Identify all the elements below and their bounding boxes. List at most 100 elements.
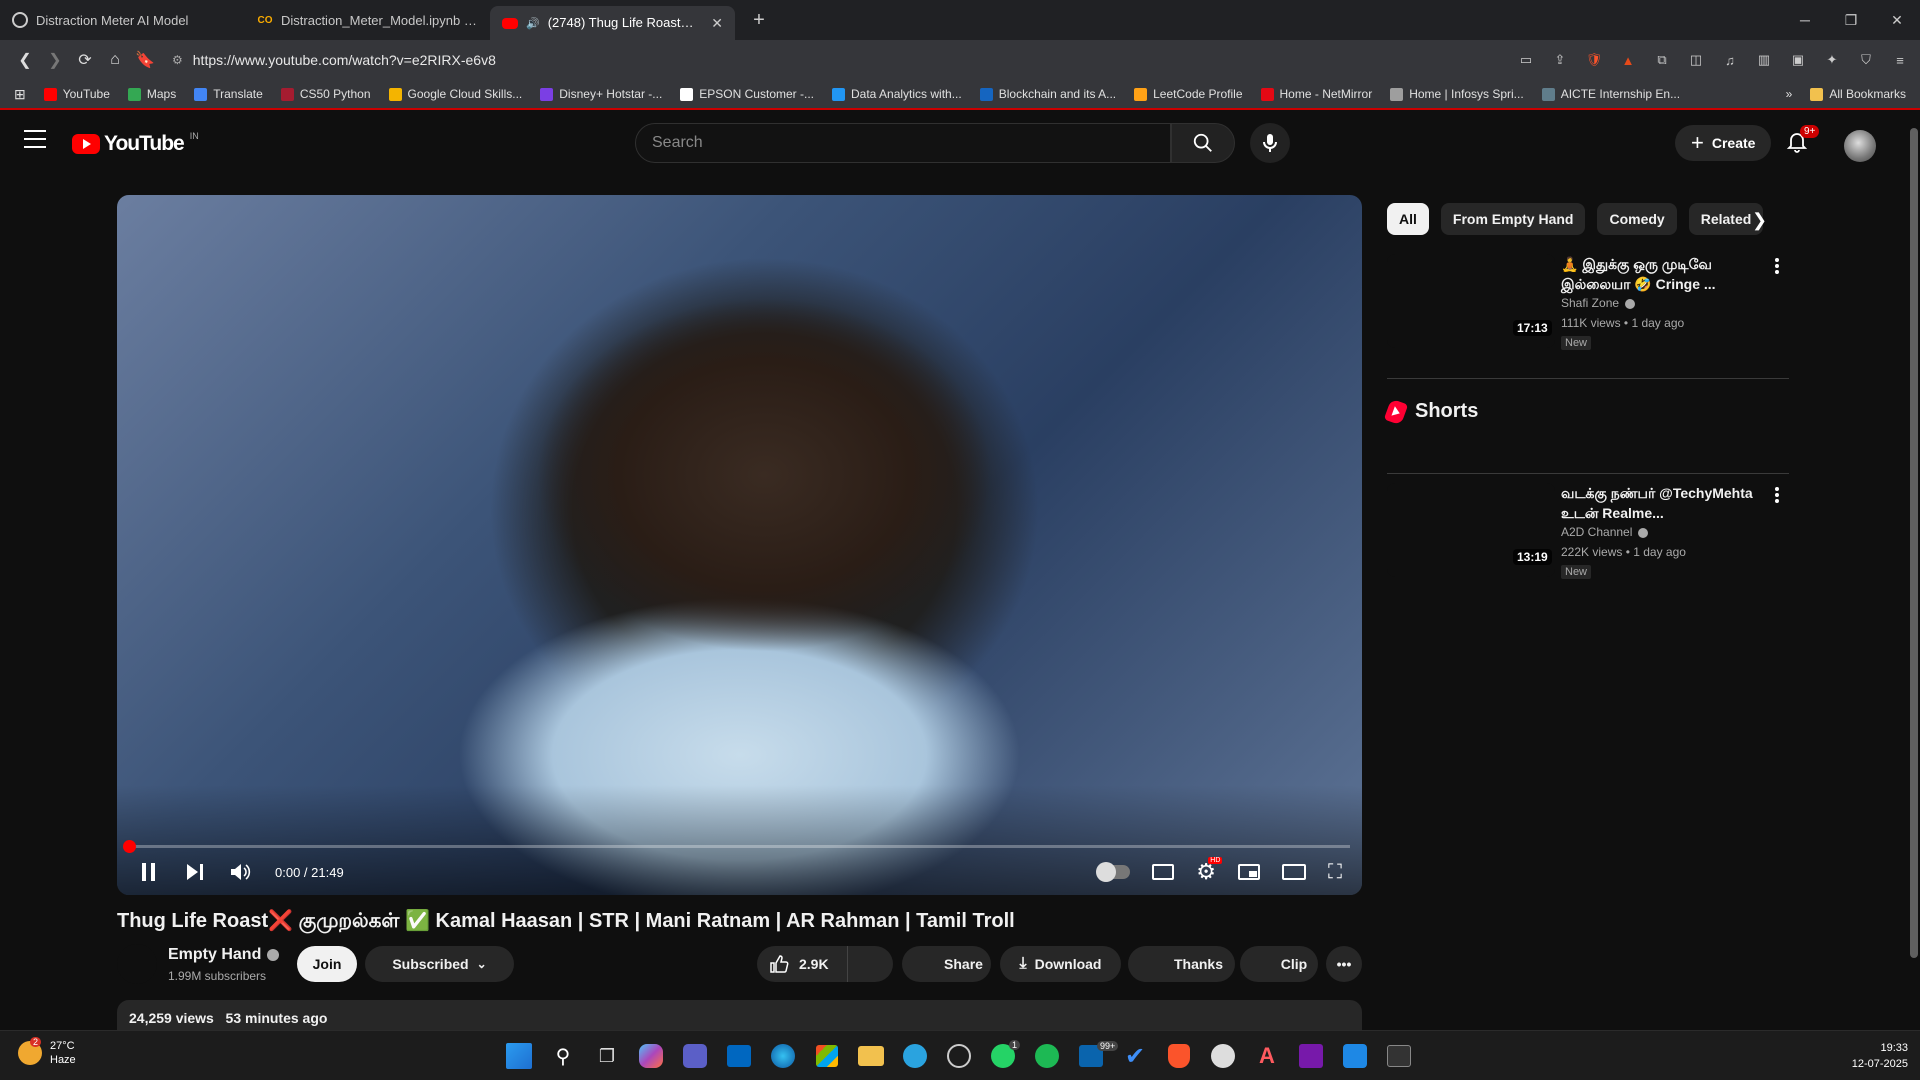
bookmark-item[interactable]: Disney+ Hotstar -... — [540, 87, 662, 101]
miniplayer-icon[interactable] — [1238, 864, 1260, 880]
settings-icon[interactable]: ⚙ HD — [1196, 857, 1223, 885]
ms-store-bag-icon[interactable] — [816, 1045, 838, 1067]
search-button[interactable] — [1171, 123, 1235, 163]
hamburger-menu-icon[interactable] — [24, 130, 46, 148]
close-window-icon[interactable]: ✕ — [1874, 0, 1920, 40]
brave-rewards-icon[interactable]: ▲ — [1618, 50, 1638, 70]
brave-shields-icon[interactable]: 🛡 — [1584, 50, 1604, 70]
chip-from-empty-hand[interactable]: From Empty Hand — [1440, 203, 1586, 235]
clock-app-icon[interactable] — [1211, 1044, 1235, 1068]
channel-avatar[interactable] — [117, 944, 157, 984]
bookmark-item[interactable]: EPSON Customer -... — [680, 87, 814, 101]
create-button[interactable]: + Create — [1675, 125, 1772, 161]
page-scrollbar[interactable] — [1908, 112, 1920, 1030]
bookmark-item[interactable]: Blockchain and its A... — [979, 87, 1116, 101]
ms-store-icon[interactable] — [727, 1045, 751, 1067]
subscribed-button[interactable]: Subscribed ⌄ — [365, 946, 514, 982]
scrollbar-thumb[interactable] — [1910, 128, 1918, 958]
tab-colab[interactable]: CO Distraction_Meter_Model.ipynb - Col — [245, 0, 490, 40]
bookmark-item[interactable]: Home | Infosys Spri... — [1390, 87, 1524, 101]
subtitles-icon[interactable] — [1152, 864, 1175, 880]
vpn-icon[interactable]: ⛉ — [1856, 50, 1876, 70]
search-input[interactable] — [652, 134, 1154, 152]
progress-bar[interactable] — [123, 840, 1350, 853]
description-box[interactable]: 24,259 views 53 minutes ago — [117, 1000, 1362, 1030]
todo-icon[interactable]: ✔ — [1119, 1040, 1151, 1072]
voice-search-button[interactable] — [1250, 123, 1290, 163]
close-tab-icon[interactable]: ✕ — [711, 15, 723, 32]
bookmark-item[interactable]: Home - NetMirror — [1260, 87, 1372, 101]
new-tab-button[interactable]: + — [745, 9, 773, 32]
brave-icon[interactable] — [1168, 1044, 1190, 1068]
share-icon[interactable]: ⇪ — [1550, 50, 1570, 70]
screenshot-icon[interactable]: ◫ — [1686, 50, 1706, 70]
like-button[interactable]: 2.9K — [769, 954, 829, 974]
bookmark-item[interactable]: Maps — [127, 87, 176, 101]
scrubber-handle[interactable] — [123, 840, 136, 853]
media-player-icon[interactable] — [947, 1044, 971, 1068]
apps-grid-icon[interactable]: ⊞ — [14, 86, 26, 103]
leo-ai-icon[interactable]: ✦ — [1822, 50, 1842, 70]
download-button[interactable]: ⤓ Download — [1000, 946, 1121, 982]
outlook-icon[interactable]: 99+ — [1079, 1041, 1119, 1067]
cast-icon[interactable]: ▭ — [1516, 50, 1536, 70]
recommendation-channel[interactable]: A2D Channel — [1561, 525, 1649, 539]
bookmark-item[interactable]: Google Cloud Skills... — [388, 87, 522, 101]
back-icon[interactable]: ❮ — [10, 45, 40, 75]
thanks-button[interactable]: Thanks — [1128, 946, 1235, 982]
weather-widget[interactable]: 2 27°C Haze — [18, 1037, 76, 1067]
search-icon[interactable]: ⚲ — [547, 1040, 579, 1072]
notifications-button[interactable]: 9+ — [1785, 125, 1820, 157]
teams-icon[interactable] — [683, 1044, 707, 1068]
dislike-button[interactable] — [847, 946, 893, 982]
forward-icon[interactable]: ❯ — [40, 45, 70, 75]
more-bookmarks-icon[interactable]: » — [1786, 87, 1793, 101]
telegram-icon[interactable] — [903, 1044, 927, 1068]
tab-youtube[interactable]: 🔊 (2748) Thug Life Roast❌ குறு ✕ — [490, 6, 735, 40]
channel-name[interactable]: Empty Hand — [168, 946, 261, 963]
extensions-icon[interactable]: ⧉ — [1652, 50, 1672, 70]
edge-icon[interactable] — [771, 1044, 795, 1068]
audio-playing-icon[interactable]: 🔊 — [526, 17, 540, 30]
share-button[interactable]: Share — [902, 946, 991, 982]
pause-button[interactable] — [137, 860, 161, 884]
more-vertical-icon[interactable] — [1775, 487, 1779, 503]
windows-start-icon[interactable] — [506, 1043, 532, 1069]
all-bookmarks-folder[interactable]: All Bookmarks — [1810, 87, 1906, 101]
join-button[interactable]: Join — [297, 946, 357, 982]
arc-icon[interactable]: A — [1251, 1040, 1283, 1072]
file-explorer-icon[interactable] — [858, 1046, 884, 1066]
bookmark-item[interactable]: CS50 Python — [280, 87, 371, 101]
bookmark-item[interactable]: YouTube — [43, 87, 110, 101]
recommendation-title[interactable]: வடக்கு நண்பர் @TechyMehta உடன் Realme... — [1561, 483, 1771, 523]
fullscreen-icon[interactable]: ⛶ — [1328, 861, 1342, 884]
account-avatar[interactable] — [1844, 130, 1876, 162]
autoplay-toggle[interactable] — [1096, 862, 1131, 882]
media-icon[interactable]: ♫ — [1720, 50, 1740, 70]
bookmark-item[interactable]: LeetCode Profile — [1134, 87, 1243, 101]
clip-button[interactable]: Clip — [1240, 946, 1318, 982]
url-field[interactable]: ⚙ https://www.youtube.com/watch?v=e2RIRX… — [172, 52, 1516, 68]
theater-mode-icon[interactable] — [1282, 864, 1306, 880]
recommendation-title[interactable]: 🧘 இதுக்கு ஒரு முடிவே இல்லையா 🤣 Cringe ..… — [1561, 254, 1771, 294]
home-icon[interactable]: ⌂ — [100, 45, 130, 75]
next-button[interactable] — [183, 860, 207, 884]
more-actions-button[interactable]: ••• — [1326, 946, 1362, 982]
spotify-icon[interactable] — [1035, 1044, 1059, 1068]
reload-icon[interactable]: ⟳ — [70, 45, 100, 75]
minimize-icon[interactable]: ─ — [1782, 0, 1828, 40]
video-player[interactable]: 0:00 / 21:49 ⚙ HD ⛶ — [117, 195, 1362, 895]
system-clock[interactable]: 19:33 12-07-2025 — [1838, 1040, 1908, 1072]
sidebar-icon[interactable]: ▥ — [1754, 50, 1774, 70]
recommendation-item[interactable]: 13:19 வடக்கு நண்பர் @TechyMehta உடன் Rea… — [1387, 483, 1787, 583]
tab-distraction-meter[interactable]: Distraction Meter AI Model — [0, 0, 245, 40]
bookmark-icon[interactable]: 🔖 — [130, 45, 160, 75]
chip-all[interactable]: All — [1387, 203, 1429, 235]
task-view-icon[interactable]: ❐ — [591, 1040, 623, 1072]
wallet-icon[interactable]: ▣ — [1788, 50, 1808, 70]
restore-icon[interactable]: ❐ — [1828, 0, 1874, 40]
copilot-icon[interactable] — [639, 1044, 663, 1068]
url-text[interactable]: https://www.youtube.com/watch?v=e2RIRX-e… — [193, 52, 496, 68]
browser-menu-icon[interactable]: ≡ — [1890, 50, 1910, 70]
vscode-icon[interactable] — [1343, 1044, 1367, 1068]
